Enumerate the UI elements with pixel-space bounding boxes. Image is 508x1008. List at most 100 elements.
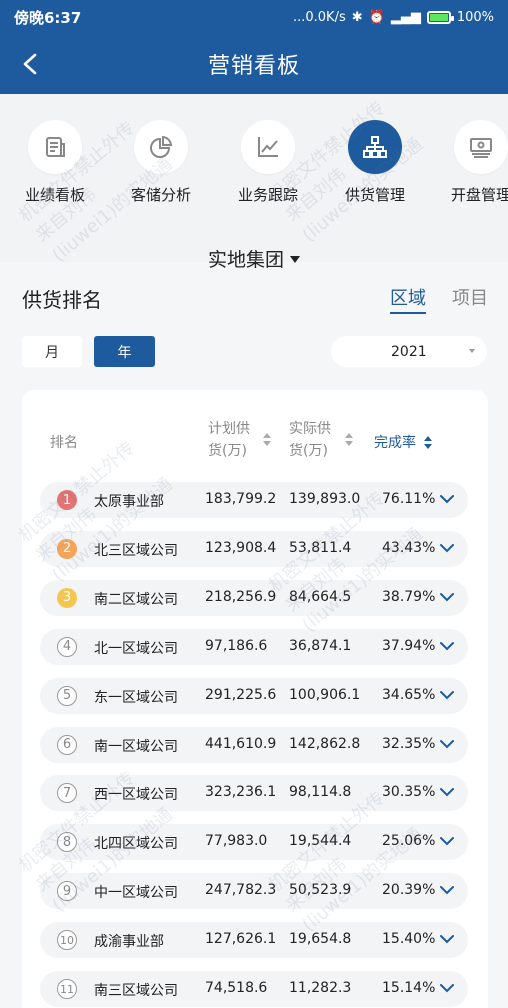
table-row[interactable]: 4 北一区域公司 97,186.6 36,874.1 37.94% <box>40 628 468 665</box>
header-rank: 排名 <box>50 435 78 451</box>
rank-badge: 5 <box>57 685 77 706</box>
plan-supply-value: 441,610.9 <box>205 735 277 752</box>
chevron-down-icon[interactable] <box>440 592 454 602</box>
table-row[interactable]: 8 北四区域公司 77,983.0 19,544.4 25.06% <box>40 824 468 861</box>
table-row[interactable]: 7 西一区域公司 323,236.1 98,114.8 30.35% <box>40 775 468 812</box>
nav-item-opening-management[interactable]: 开盘管理 <box>428 94 508 205</box>
sort-icon[interactable] <box>263 433 271 447</box>
chevron-down-icon[interactable] <box>440 934 454 944</box>
header-actual-supply[interactable]: 实际供 货(万) <box>289 418 359 462</box>
chevron-down-icon[interactable] <box>440 885 454 895</box>
table-row[interactable]: 11 南三区域公司 74,518.6 11,282.3 15.14% <box>40 971 468 1007</box>
actual-supply-value: 98,114.8 <box>289 784 352 801</box>
nav-circle <box>348 120 402 174</box>
rank-badge: 2 <box>57 538 77 559</box>
completion-rate-value: 15.40% <box>382 931 436 948</box>
table-row[interactable]: 2 北三区域公司 123,908.4 53,811.4 43.43% <box>40 530 468 567</box>
region-name: 西一区域公司 <box>94 787 178 804</box>
nav-circle <box>454 120 508 174</box>
plan-supply-value: 291,225.6 <box>205 686 277 703</box>
table-row[interactable]: 10 成渝事业部 127,626.1 19,654.8 15.40% <box>40 922 468 959</box>
nav-circle <box>241 120 295 174</box>
signal-icon: ▂▄▆ <box>390 9 421 25</box>
region-name: 南二区域公司 <box>94 591 178 608</box>
sort-icon[interactable] <box>424 436 432 450</box>
rank-badge: 6 <box>57 734 77 755</box>
document-icon <box>46 137 65 157</box>
back-button[interactable] <box>14 48 46 80</box>
plan-supply-value: 127,626.1 <box>205 931 277 948</box>
actual-supply-value: 53,811.4 <box>289 539 352 556</box>
region-name: 北一区域公司 <box>94 640 178 657</box>
actual-supply-value: 142,862.8 <box>289 735 361 752</box>
header-completion-rate[interactable]: 完成率 <box>374 432 432 454</box>
chevron-down-icon[interactable] <box>440 690 454 700</box>
nav-item-business-tracking[interactable]: 业务跟踪 <box>215 94 321 205</box>
header-plan-supply[interactable]: 计划供 货(万) <box>208 418 278 462</box>
completion-rate-value: 38.79% <box>382 588 436 605</box>
actual-supply-value: 36,874.1 <box>289 637 352 654</box>
table-row[interactable]: 9 中一区域公司 247,782.3 50,523.9 20.39% <box>40 873 468 910</box>
module-nav: 业绩看板 客储分析 业务跟踪 供货管理 开盘管理 <box>0 94 508 224</box>
table-row[interactable]: 6 南一区域公司 441,610.9 142,862.8 32.35% <box>40 726 468 763</box>
completion-rate-value: 25.06% <box>382 833 436 850</box>
region-name: 北四区域公司 <box>94 836 178 853</box>
region-name: 南一区域公司 <box>94 738 178 755</box>
alarm-icon: ⏰ <box>368 9 385 25</box>
nav-item-supply-management[interactable]: 供货管理 <box>322 94 428 205</box>
actual-supply-value: 84,664.5 <box>289 588 352 605</box>
completion-rate-value: 20.39% <box>382 882 436 899</box>
bluetooth-icon: ✱ <box>351 9 363 25</box>
plan-supply-value: 247,782.3 <box>205 882 277 899</box>
page-title: 营销看板 <box>207 54 300 79</box>
table-row[interactable]: 3 南二区域公司 218,256.9 84,664.5 38.79% <box>40 579 468 616</box>
year-value: 2021 <box>391 343 427 360</box>
actual-supply-value: 11,282.3 <box>289 980 352 996</box>
app-header: 营销看板 <box>0 34 508 94</box>
region-name: 北三区域公司 <box>94 542 178 559</box>
group-label: 实地集团 <box>207 248 284 271</box>
sort-icon[interactable] <box>345 433 353 447</box>
nav-item-customer-analysis[interactable]: 客储分析 <box>108 94 214 205</box>
actual-supply-value: 139,893.0 <box>289 491 361 507</box>
cash-icon <box>470 138 492 158</box>
tab-project[interactable]: 项目 <box>452 284 488 314</box>
table-row[interactable]: 5 东一区域公司 291,225.6 100,906.1 34.65% <box>40 677 468 714</box>
tab-region[interactable]: 区域 <box>390 284 426 314</box>
actual-supply-value: 19,544.4 <box>289 833 352 850</box>
nav-circle <box>134 120 188 174</box>
actual-supply-value: 19,654.8 <box>289 931 352 948</box>
chevron-down-icon[interactable] <box>440 494 454 504</box>
region-name: 太原事业部 <box>94 494 164 510</box>
network-speed: ...0.0K/s <box>292 9 346 25</box>
rank-badge: 3 <box>57 587 77 608</box>
nav-label: 供货管理 <box>344 186 405 204</box>
actual-supply-value: 50,523.9 <box>289 882 352 899</box>
nav-label: 业务跟踪 <box>237 186 298 204</box>
nav-circle <box>28 120 82 174</box>
completion-rate-value: 34.65% <box>382 686 436 703</box>
chevron-down-icon[interactable] <box>440 787 454 797</box>
year-button[interactable]: 年 <box>94 336 155 367</box>
actual-supply-value: 100,906.1 <box>289 686 361 703</box>
nav-item-performance[interactable]: 业绩看板 <box>2 94 108 205</box>
group-selector[interactable]: 实地集团 <box>0 240 508 276</box>
chevron-down-icon[interactable] <box>440 641 454 651</box>
header-rate-label: 完成率 <box>374 435 416 451</box>
hierarchy-icon <box>363 136 387 158</box>
chevron-down-icon[interactable] <box>440 836 454 846</box>
month-button[interactable]: 月 <box>22 336 82 367</box>
caret-down-icon <box>290 255 300 263</box>
year-select[interactable]: 2021 <box>331 336 487 367</box>
plan-supply-value: 97,186.6 <box>205 637 268 654</box>
chevron-down-icon[interactable] <box>440 739 454 749</box>
chevron-down-icon[interactable] <box>440 983 454 993</box>
chevron-left-icon <box>23 53 37 75</box>
table-row[interactable]: 1 太原事业部 183,799.2 139,893.0 76.11% <box>40 482 468 518</box>
region-name: 南三区域公司 <box>94 983 178 999</box>
nav-label: 开盘管理 <box>450 186 508 204</box>
completion-rate-value: 76.11% <box>382 491 436 507</box>
rank-badge: 10 <box>57 930 77 951</box>
chevron-down-icon[interactable] <box>440 543 454 553</box>
rank-badge: 9 <box>57 881 77 902</box>
